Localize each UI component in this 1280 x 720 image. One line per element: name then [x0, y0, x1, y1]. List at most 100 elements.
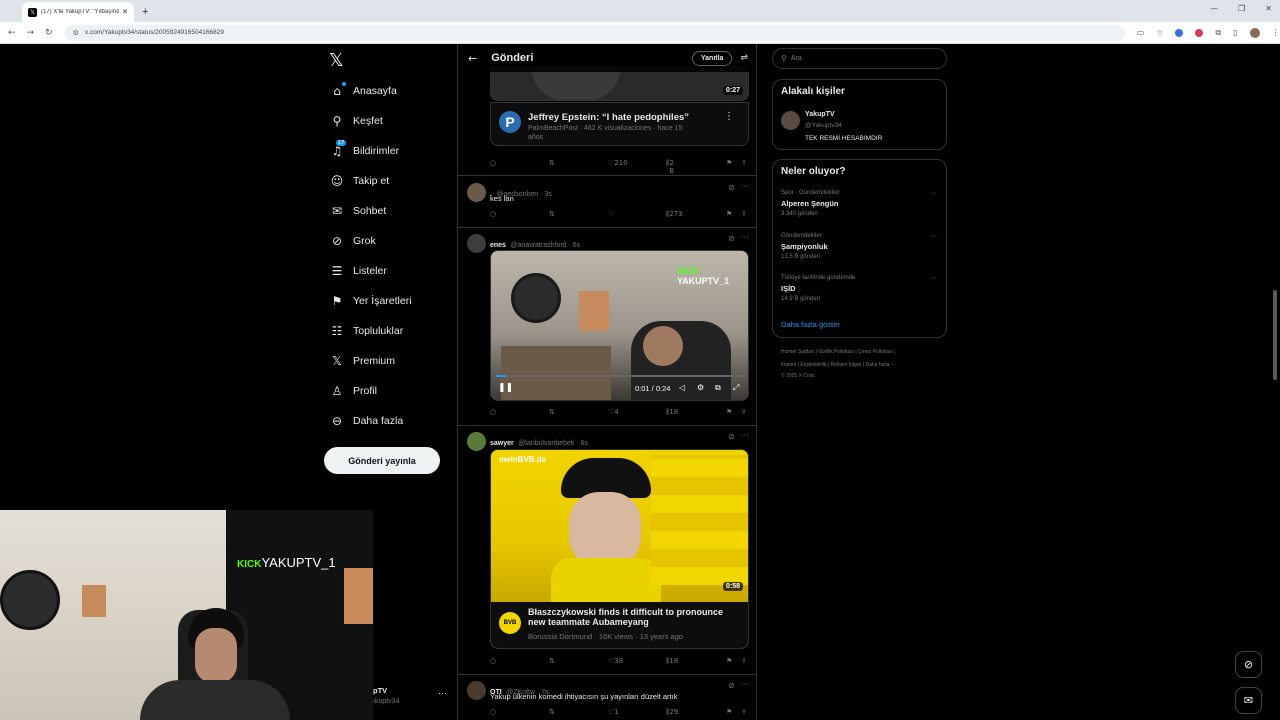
views-button[interactable]: ⫼ 29 [666, 708, 678, 717]
video-player[interactable]: KICK YAKUPTV_1 ❚❚ 0:01 / 0:24 ◁ ⚙ ⧉ ⤢ [490, 250, 749, 401]
trend-item[interactable]: Türkiye tarihinde gündemde IŞİD 14,9 B g… [781, 275, 855, 302]
forward-icon[interactable]: → [27, 28, 35, 38]
nav-item-chat[interactable]: ✉ Sohbet [330, 202, 386, 220]
reload-icon[interactable]: ↻ [45, 28, 53, 38]
footer-links[interactable]: Hizmet Şartları | Gizlilik Politikası | … [781, 349, 895, 355]
repost-icon[interactable]: ⇅ [549, 657, 555, 665]
settings-icon[interactable]: ⚙ [697, 383, 704, 392]
search-input[interactable]: ⚲ Ara [772, 48, 947, 69]
repost-icon[interactable]: ⇅ [549, 408, 555, 416]
reply-icon[interactable]: ○ [490, 708, 496, 716]
like-button[interactable]: ♡ 38 [608, 657, 623, 665]
like-button[interactable]: ♡ 210 [608, 159, 628, 167]
maximize-button[interactable]: ❐ [1238, 4, 1245, 13]
close-window-button[interactable]: ✕ [1265, 4, 1272, 13]
avatar[interactable] [781, 111, 800, 130]
bookmark-icon[interactable]: ⚑ [726, 708, 732, 716]
avatar[interactable] [467, 234, 486, 253]
views-button[interactable]: ⫼ 18 [666, 408, 678, 417]
back-icon[interactable]: ← [468, 52, 477, 65]
avatar[interactable] [467, 681, 486, 700]
mute-icon[interactable]: ◁ [679, 383, 685, 392]
bookmark-icon[interactable]: ⚑ [726, 408, 732, 416]
more-icon[interactable]: ··· [930, 190, 937, 197]
nav-item-grok[interactable]: ⊘ Grok [330, 232, 376, 250]
nav-item-notifications[interactable]: ♫ 17 Bildirimler [330, 140, 399, 160]
bookmark-icon[interactable]: ⚑ [726, 210, 732, 218]
reply-icon[interactable]: ○ [490, 657, 496, 665]
share-icon[interactable]: ⇪ [741, 210, 747, 218]
messages-floating-button[interactable]: ✉ [1235, 687, 1262, 714]
author-name[interactable]: enes [490, 242, 506, 249]
trend-item[interactable]: Gündemdekiler Şampiyonluk 13,5 B gönderi [781, 233, 828, 260]
avatar[interactable] [467, 183, 486, 202]
like-button[interactable]: ♡ 1 [608, 708, 619, 716]
more-icon[interactable]: ··· [930, 233, 937, 240]
grok-icon[interactable]: ⊘ [728, 234, 735, 243]
menu-icon[interactable]: ⋮ [1272, 28, 1280, 37]
new-tab-button[interactable]: + [142, 6, 148, 18]
more-icon[interactable]: ··· [930, 275, 937, 282]
address-bar[interactable]: ⚙ x.com/Yakuptv34/status/200592491650416… [64, 24, 1125, 41]
nav-item-bookmarks[interactable]: ⚑ Yer İşaretleri [330, 292, 412, 310]
nav-item-profile[interactable]: ♙ Profil [330, 382, 377, 400]
author-name[interactable]: sawyer [490, 440, 514, 447]
trend-item[interactable]: Spor · Gündemdekiler Alperen Şengün 3.34… [781, 190, 840, 217]
reply-button[interactable]: Yanıtla [691, 50, 733, 66]
views-button[interactable]: ⫼ 2 B [666, 159, 674, 175]
like-icon[interactable]: ♡ [608, 210, 614, 218]
video-player[interactable]: meinBVB.de 0:58 BVB Błaszczykowski finds… [490, 449, 749, 649]
fullscreen-icon[interactable]: ⤢ [733, 383, 739, 393]
nav-item-follow[interactable]: ☺ Takip et [330, 172, 389, 190]
grok-icon[interactable]: ⊘ [728, 183, 735, 192]
site-info-icon[interactable]: ⚙ [73, 29, 79, 37]
account-more-icon[interactable]: ··· [438, 688, 447, 698]
reply-icon[interactable]: ○ [490, 408, 496, 416]
back-icon[interactable]: ← [8, 28, 16, 38]
bookmark-icon[interactable]: ⚑ [726, 159, 732, 167]
extension-icon[interactable] [1175, 28, 1184, 37]
pip-icon[interactable]: ⧉ [715, 383, 721, 393]
share-icon[interactable]: ⇪ [741, 408, 747, 416]
reply-icon[interactable]: ○ [490, 159, 496, 167]
post-button[interactable]: Gönderi yayınla [324, 447, 440, 474]
footer-links[interactable]: Imprint | Erişilebilirlik | Reklam bilgi… [781, 362, 896, 368]
more-icon[interactable]: ··· [741, 431, 749, 440]
person-name[interactable]: YakupTV [805, 111, 835, 118]
share-icon[interactable]: ⇪ [741, 159, 747, 167]
avatar[interactable] [467, 432, 486, 451]
repost-icon[interactable]: ⇅ [549, 708, 555, 716]
close-icon[interactable]: ✕ [122, 8, 128, 16]
link-card[interactable]: BVB Błaszczykowski finds it difficult to… [491, 602, 748, 648]
extension-icon[interactable] [1195, 28, 1204, 37]
views-button[interactable]: ⫼ 18 [666, 657, 678, 666]
share-icon[interactable]: ⇪ [741, 657, 747, 665]
link-card[interactable]: P Jeffrey Epstein: “I hate pedophiles” P… [490, 102, 749, 146]
cast-icon[interactable]: ▭ [1137, 28, 1145, 37]
bookmark-icon[interactable]: ⚑ [726, 657, 732, 665]
nav-item-premium[interactable]: 𝕏 Premium [330, 352, 395, 370]
sidebar-icon[interactable]: ▯ [1233, 28, 1237, 37]
more-icon[interactable]: ··· [741, 233, 749, 242]
nav-item-home[interactable]: ⌂ Anasayfa [330, 82, 397, 100]
share-icon[interactable]: ⇪ [741, 708, 747, 716]
reply-icon[interactable]: ○ [490, 210, 496, 218]
show-more-link[interactable]: Daha fazla göster [781, 320, 840, 329]
scrollbar[interactable] [1273, 290, 1277, 380]
more-icon[interactable]: ⋮ [724, 111, 734, 122]
progress-bar[interactable] [496, 375, 745, 377]
repost-icon[interactable]: ⇅ [549, 159, 555, 167]
grok-floating-button[interactable]: ⊘ [1235, 651, 1262, 678]
nav-item-lists[interactable]: ☰ Listeler [330, 262, 387, 280]
pause-icon[interactable]: ❚❚ [498, 383, 513, 393]
like-button[interactable]: ♡ 4 [608, 408, 619, 416]
avatar[interactable] [1249, 27, 1260, 38]
minimize-button[interactable]: — [1210, 4, 1218, 13]
x-logo-icon[interactable]: 𝕏 [329, 50, 344, 71]
repost-icon[interactable]: ⇅ [549, 210, 555, 218]
extensions-icon[interactable]: ⧉ [1215, 28, 1221, 38]
browser-tab[interactable]: 𝕏 (17) X'te YakupTV: "Yılbaşında ... ✕ [22, 2, 134, 22]
grok-icon[interactable]: ⊘ [728, 432, 735, 441]
nav-item-more[interactable]: ⊖ Daha fazla [330, 412, 403, 430]
more-icon[interactable]: ··· [741, 182, 749, 191]
